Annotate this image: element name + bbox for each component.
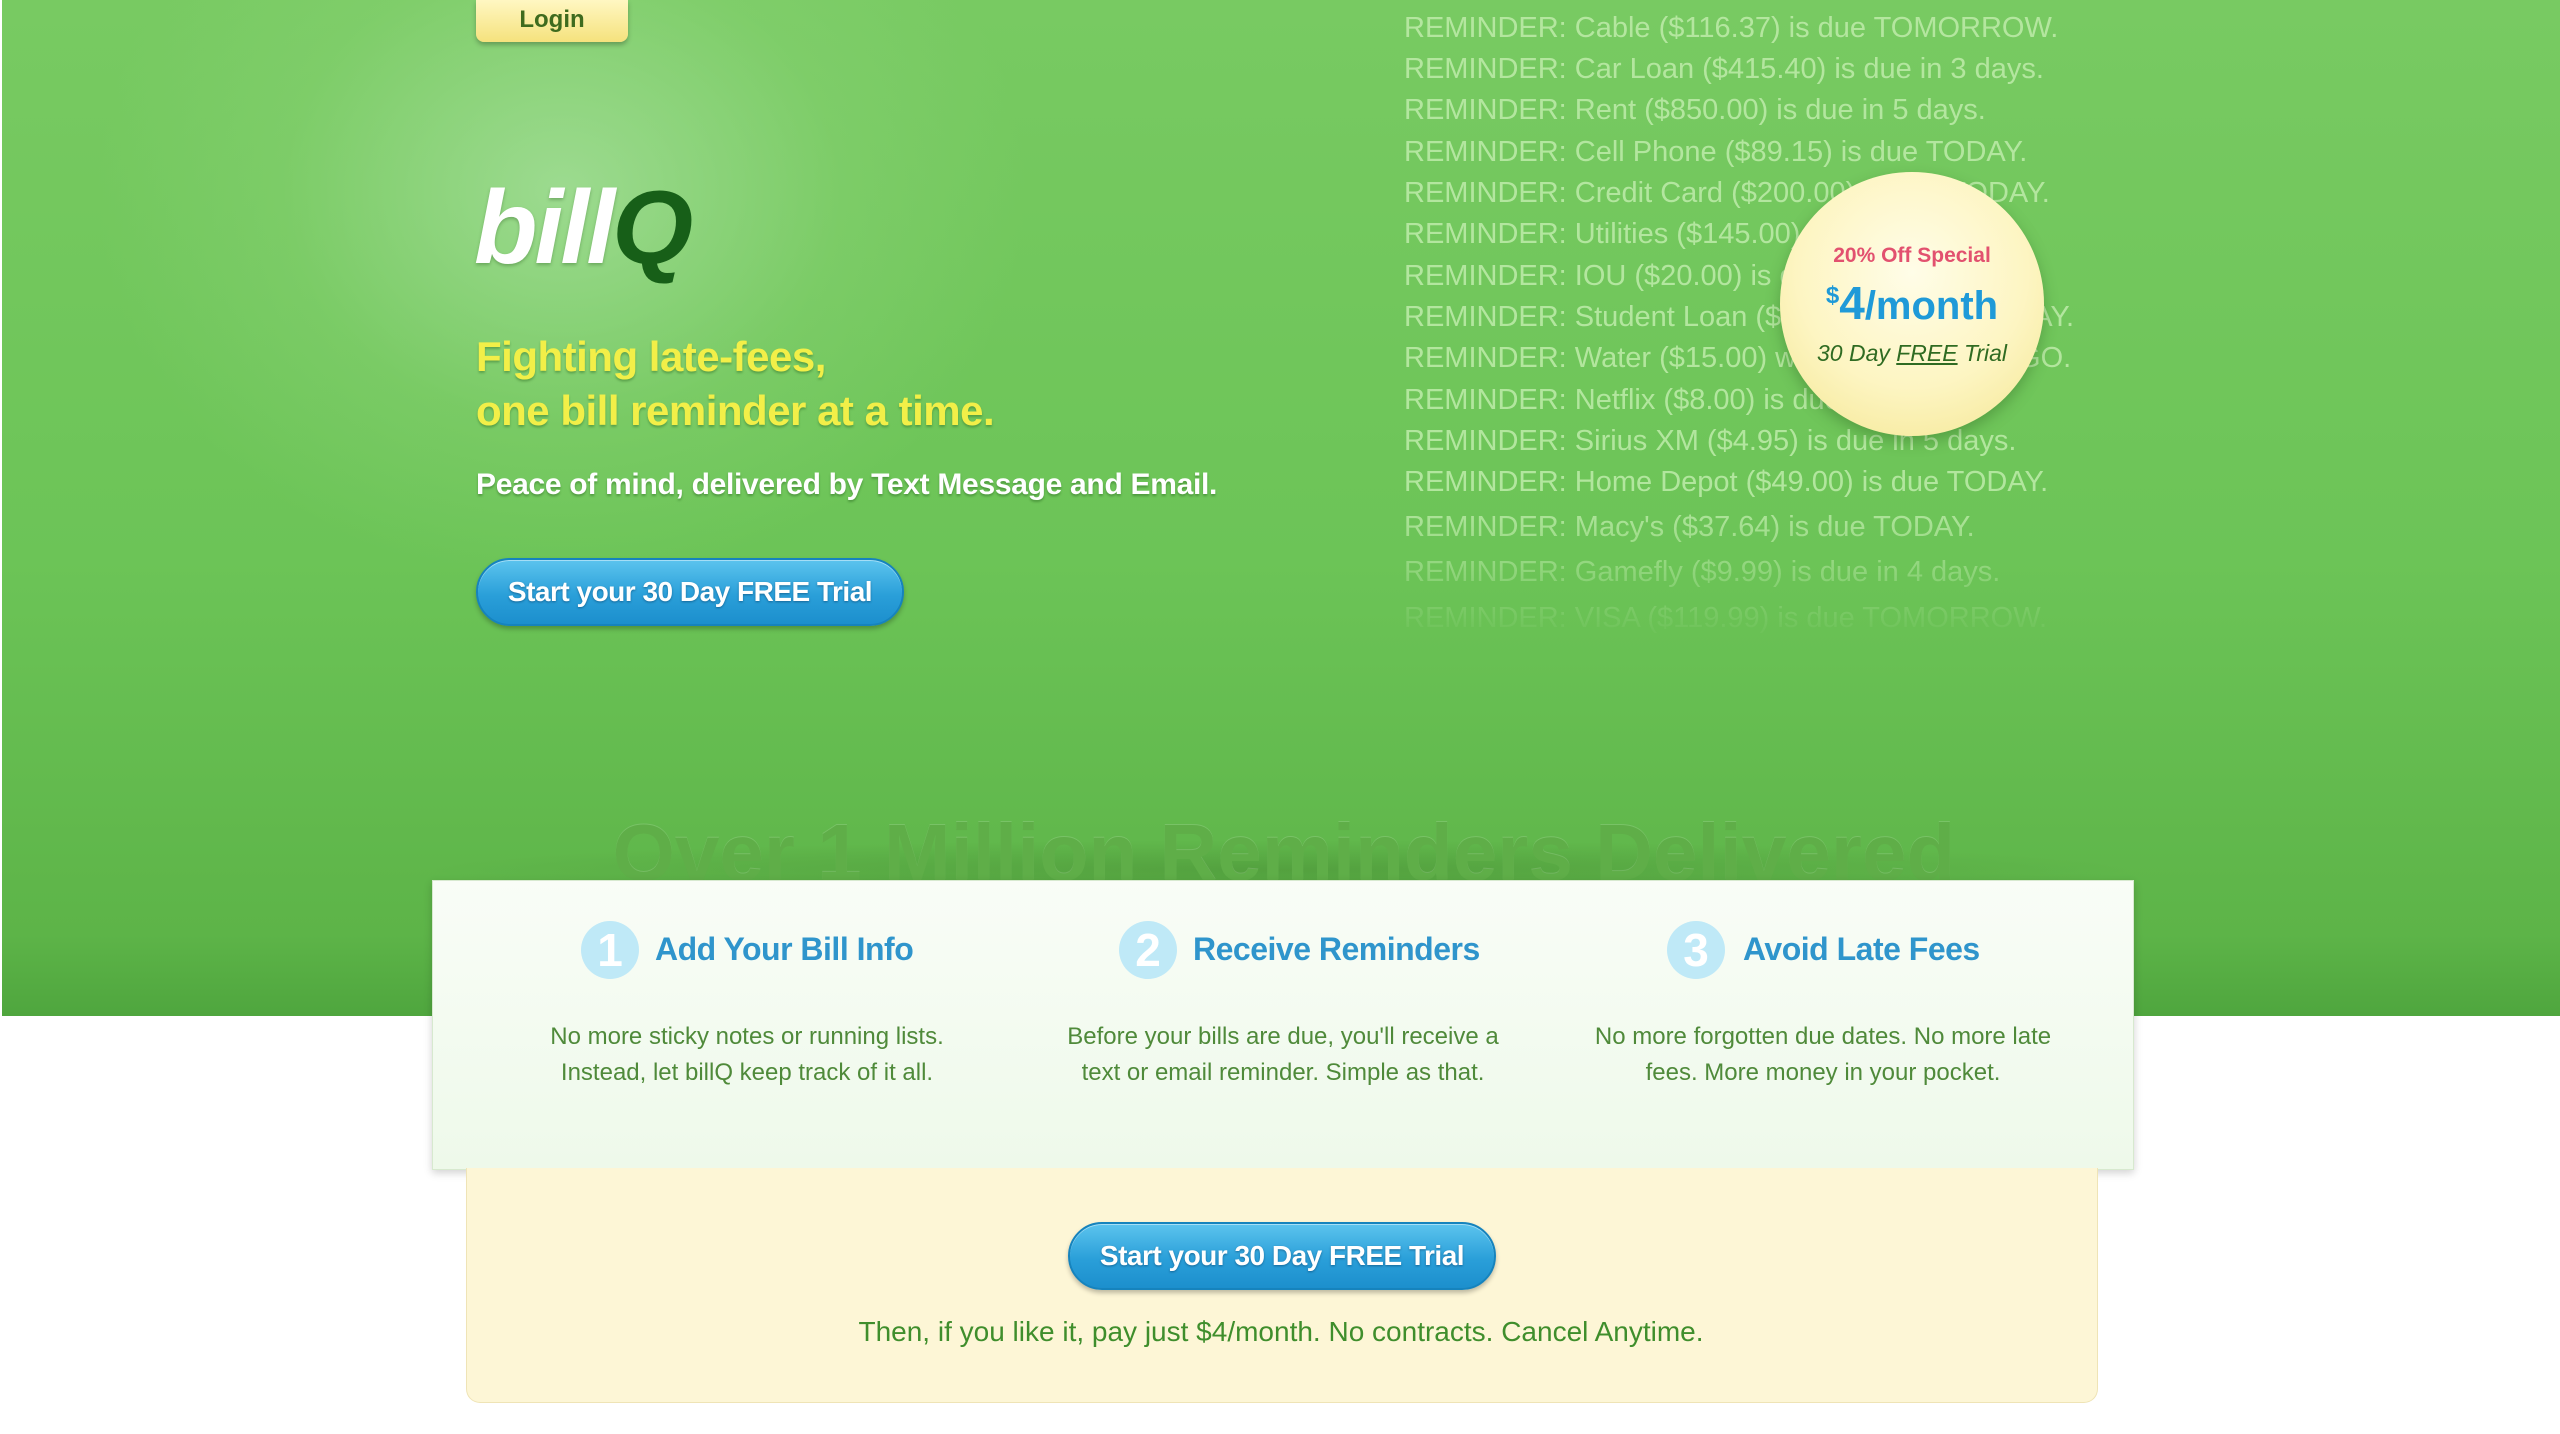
reminder-item: REMINDER: Rent ($850.00) is due in 5 day… (1404, 94, 1986, 126)
reminder-item: REMINDER: Cell Phone ($89.15) is due TOD… (1404, 136, 2028, 168)
reminder-item: REMINDER: Macy's ($37.64) is due TODAY. (1404, 511, 1975, 543)
reminder-item: REMINDER: Home Depot ($49.00) is due TOD… (1404, 466, 2049, 498)
step-header: 3 Avoid Late Fees (1563, 921, 2083, 985)
login-button[interactable]: Login (476, 0, 628, 42)
tagline: Fighting late-fees, one bill reminder at… (476, 330, 995, 438)
step-number-3-icon: 3 (1667, 921, 1725, 979)
step-avoid-late-fees: 3 Avoid Late Fees No more forgotten due … (1563, 921, 2083, 1091)
hero-subline: Peace of mind, delivered by Text Message… (476, 468, 1218, 501)
landing-page: Login billQ Fighting late-fees, one bill… (0, 0, 2560, 1434)
step-description: Before your bills are due, you'll receiv… (1023, 1019, 1543, 1091)
step-header: 1 Add Your Bill Info (487, 921, 1007, 985)
step-description-line: text or email reminder. Simple as that. (1081, 1059, 1485, 1086)
step-number-2-icon: 2 (1119, 921, 1177, 979)
step-title: Add Your Bill Info (655, 931, 914, 967)
reminder-item: REMINDER: VISA ($119.99) is due TOMORROW… (1404, 602, 2048, 634)
price-period: /month (1864, 284, 1999, 328)
special-trial: 30 Day FREE Trial (1780, 340, 2044, 367)
trial-prefix: 30 Day (1816, 340, 1897, 366)
pricing-note: Then, if you like it, pay just $4/month.… (858, 1316, 1704, 1347)
how-it-works-panel: 1 Add Your Bill Info No more sticky note… (432, 880, 2134, 1170)
reminder-item: REMINDER: Cable ($116.37) is due TOMORRO… (1404, 12, 2059, 44)
step-description-line: fees. More money in your pocket. (1645, 1059, 2001, 1086)
price-amount: 4 (1839, 277, 1865, 329)
step-description-line: No more forgotten due dates. No more lat… (1594, 1023, 2052, 1050)
special-price: $4/month (1780, 276, 2044, 330)
reminders-delivered-headline: Over 1 Million Reminders Delivered (612, 808, 1956, 880)
start-trial-button-hero[interactable]: Start your 30 Day FREE Trial (476, 558, 904, 626)
trial-suffix: Trial (1957, 340, 2007, 366)
trial-free: FREE (1896, 340, 1958, 366)
billq-logo[interactable]: billQ (474, 176, 693, 280)
reminder-item: REMINDER: Car Loan ($415.40) is due in 3… (1404, 53, 2044, 85)
step-header: 2 Receive Reminders (1023, 921, 1543, 985)
tagline-line-2: one bill reminder at a time. (476, 387, 995, 434)
step-description-line: Instead, let billQ keep track of it all. (560, 1059, 934, 1086)
step-description-line: No more sticky notes or running lists. (550, 1023, 944, 1050)
step-description: No more forgotten due dates. No more lat… (1563, 1019, 2083, 1091)
reminder-item: REMINDER: Gamefly ($9.99) is due in 4 da… (1404, 556, 2001, 588)
special-offer-badge[interactable]: 20% Off Special $4/month 30 Day FREE Tri… (1780, 172, 2044, 436)
step-description: No more sticky notes or running lists. I… (487, 1019, 1007, 1091)
step-title: Receive Reminders (1193, 931, 1480, 967)
step-receive-reminders: 2 Receive Reminders Before your bills ar… (1023, 921, 1543, 1091)
price-currency: $ (1825, 282, 1840, 309)
step-add-bill-info: 1 Add Your Bill Info No more sticky note… (487, 921, 1007, 1091)
logo-bill-text: bill (474, 170, 615, 286)
logo-q-text: Q (612, 170, 693, 286)
start-trial-button-bottom[interactable]: Start your 30 Day FREE Trial (1068, 1222, 1496, 1290)
tagline-line-1: Fighting late-fees, (476, 333, 826, 380)
step-title: Avoid Late Fees (1743, 931, 1980, 967)
step-number-1-icon: 1 (581, 921, 639, 979)
special-label: 20% Off Special (1833, 244, 1991, 267)
step-description-line: Before your bills are due, you'll receiv… (1067, 1023, 1499, 1050)
